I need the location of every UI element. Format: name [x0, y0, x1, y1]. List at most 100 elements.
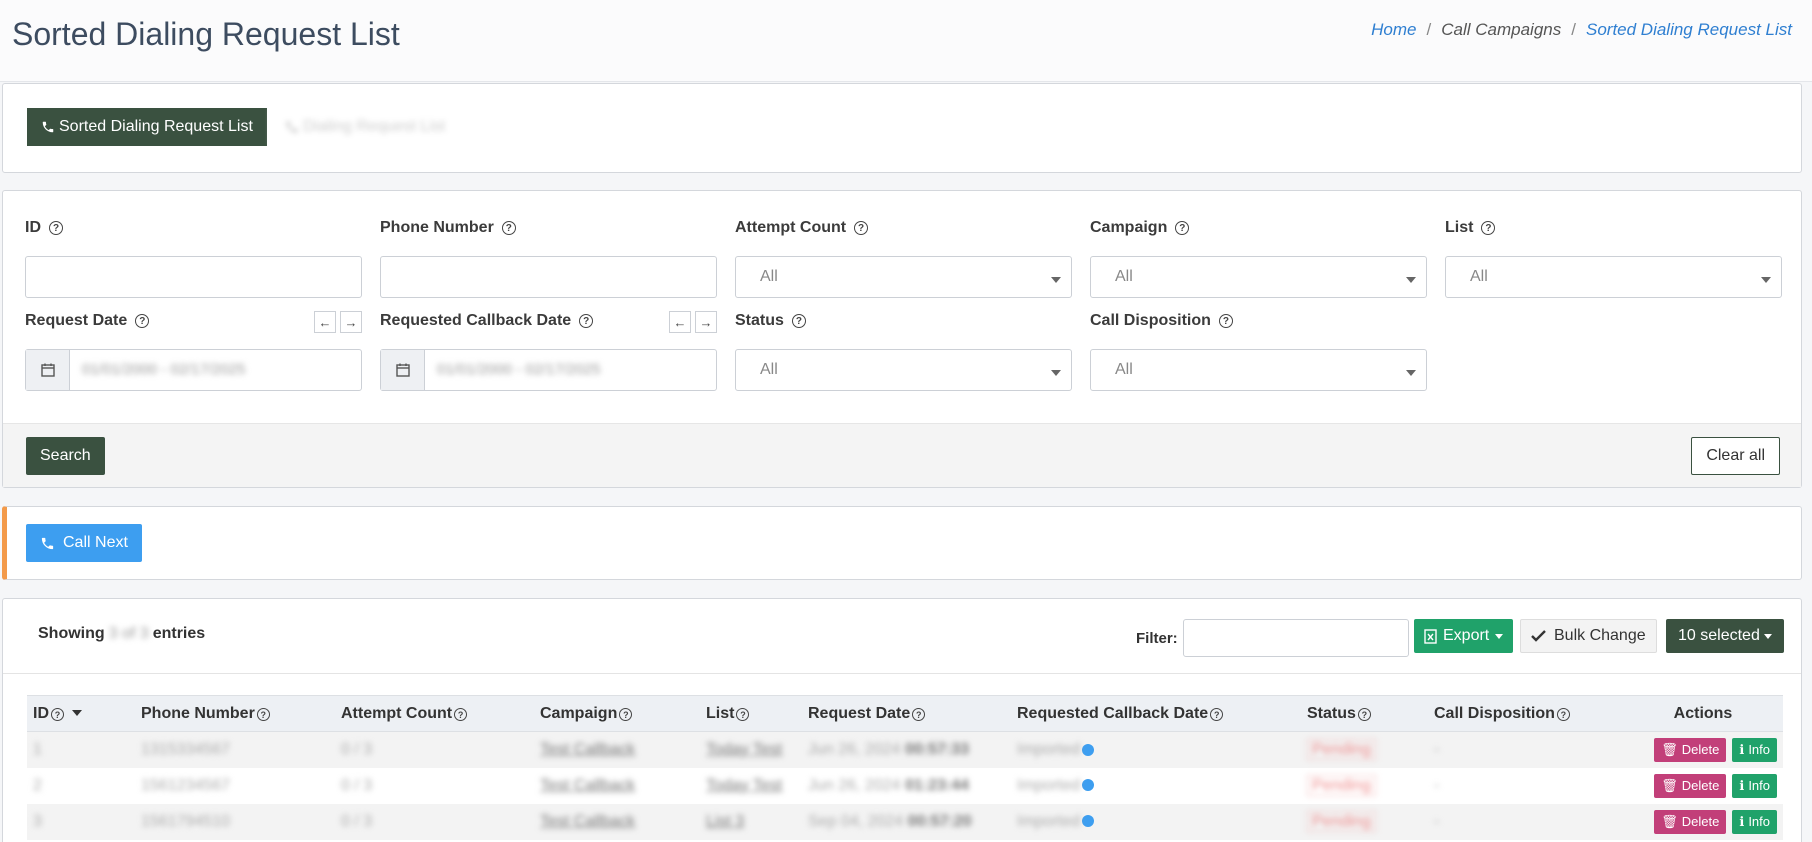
help-icon[interactable]: ?	[256, 708, 270, 721]
export-label: Export	[1443, 627, 1490, 644]
info-button[interactable]: ℹ Info	[1732, 737, 1777, 762]
arrow-left-icon[interactable]: ←	[314, 311, 336, 333]
column-header-disposition[interactable]: Call Disposition?	[1428, 696, 1623, 732]
column-header-callback-date[interactable]: Requested Callback Date?	[1011, 696, 1301, 732]
cell-list[interactable]: Today Test	[700, 768, 802, 804]
request-date-label: Request Date?	[25, 311, 362, 331]
help-icon[interactable]: ?	[454, 708, 468, 721]
selected-label: 10 selected	[1678, 627, 1760, 644]
help-icon[interactable]: ?	[736, 708, 750, 721]
help-icon[interactable]: ?	[1210, 708, 1224, 721]
campaign-link[interactable]: Test Callback	[540, 741, 635, 758]
cell-campaign[interactable]: Test Callback	[534, 732, 700, 768]
request-date-input[interactable]: 01/01/2000 - 02/17/2025	[25, 349, 362, 391]
trash-icon: 🗑	[1661, 741, 1678, 757]
table-row: 3 1561794510 0 / 3 Test Callback List 3 …	[27, 803, 1783, 840]
help-icon[interactable]: ?	[501, 221, 516, 235]
export-button[interactable]: Export	[1414, 619, 1514, 653]
breadcrumb-call-campaigns[interactable]: Call Campaigns	[1441, 20, 1561, 40]
help-icon[interactable]: ?	[579, 314, 594, 328]
divider	[3, 673, 1801, 674]
phone-input[interactable]	[380, 256, 717, 298]
info-icon: ℹ	[1739, 777, 1745, 793]
delete-button[interactable]: 🗑 Delete	[1654, 773, 1727, 798]
cell-list[interactable]: List 3	[700, 804, 802, 840]
column-header-id[interactable]: ID?	[27, 696, 135, 732]
cell-phone: 1561234567	[141, 776, 230, 794]
info-button[interactable]: ℹ Info	[1732, 773, 1777, 798]
cell-id: 3	[33, 812, 42, 830]
arrow-right-icon[interactable]: →	[695, 311, 717, 333]
help-icon[interactable]: ?	[1481, 221, 1496, 235]
delete-button[interactable]: 🗑 Delete	[1654, 809, 1727, 834]
table-filter-input[interactable]	[1183, 619, 1409, 657]
help-icon[interactable]: ?	[912, 708, 926, 721]
cell-disposition: -	[1434, 776, 1440, 794]
cell-attempts: 0 / 3	[341, 812, 373, 830]
phone-icon	[286, 121, 298, 133]
tab-sorted-dialing-request-list[interactable]: Sorted Dialing Request List	[27, 108, 267, 146]
attempt-select[interactable]: All	[735, 256, 1072, 298]
id-input[interactable]	[25, 256, 362, 298]
help-icon[interactable]: ?	[1175, 221, 1190, 235]
showing-prefix: Showing	[38, 625, 105, 642]
cell-campaign[interactable]: Test Callback	[534, 804, 700, 840]
breadcrumb-current[interactable]: Sorted Dialing Request List	[1586, 20, 1792, 40]
selected-dropdown-button[interactable]: 10 selected	[1666, 619, 1784, 653]
column-header-attempt[interactable]: Attempt Count?	[335, 696, 534, 732]
info-button[interactable]: ℹ Info	[1732, 809, 1777, 834]
list-select[interactable]: All	[1445, 256, 1782, 298]
trash-icon: 🗑	[1661, 777, 1678, 793]
help-icon[interactable]: ?	[619, 708, 633, 721]
delete-button[interactable]: 🗑 Delete	[1654, 737, 1727, 762]
campaign-filter: Campaign? All	[1090, 218, 1427, 298]
breadcrumb: Home / Call Campaigns / Sorted Dialing R…	[1371, 20, 1792, 40]
cell-list[interactable]: Today Test	[700, 732, 802, 768]
column-header-campaign[interactable]: Campaign?	[534, 696, 700, 732]
tab-dialing-request-list[interactable]: Dialing Request List	[271, 108, 460, 146]
chevron-down-icon	[1406, 277, 1416, 283]
status-select[interactable]: All	[735, 349, 1072, 391]
showing-entries: Showing 3 of 3 entries	[38, 625, 205, 643]
phone-icon	[42, 121, 54, 133]
table-card: Showing 3 of 3 entries Filter: Export Bu…	[2, 598, 1802, 842]
help-icon[interactable]: ?	[1218, 314, 1233, 328]
help-icon[interactable]: ?	[135, 314, 150, 328]
campaign-link[interactable]: Test Callback	[540, 777, 635, 794]
tabs-card: Sorted Dialing Request List Dialing Requ…	[2, 83, 1802, 173]
breadcrumb-home[interactable]: Home	[1371, 20, 1416, 40]
help-icon[interactable]: ?	[1357, 708, 1371, 721]
cell-attempts: 0 / 3	[341, 740, 373, 758]
arrow-left-icon[interactable]: ←	[669, 311, 691, 333]
status-badge: Pending	[1307, 738, 1376, 760]
campaign-link[interactable]: Test Callback	[540, 813, 635, 830]
request-date-value: 01/01/2000 - 02/17/2025	[82, 361, 246, 378]
list-link[interactable]: Today Test	[706, 777, 782, 794]
sort-desc-icon[interactable]	[72, 710, 82, 717]
help-icon[interactable]: ?	[49, 221, 63, 235]
column-header-phone[interactable]: Phone Number?	[135, 696, 335, 732]
help-icon[interactable]: ?	[1556, 708, 1570, 721]
column-header-request-date[interactable]: Request Date?	[802, 696, 1011, 732]
search-button[interactable]: Search	[26, 437, 105, 475]
calendar-icon	[381, 350, 425, 390]
status-filter: Status? All	[735, 311, 1072, 391]
list-link[interactable]: Today Test	[706, 741, 782, 758]
list-link[interactable]: List 3	[706, 813, 744, 830]
arrow-right-icon[interactable]: →	[340, 311, 362, 333]
column-header-status[interactable]: Status?	[1301, 696, 1428, 732]
bulk-change-button[interactable]: Bulk Change	[1520, 619, 1657, 653]
help-icon[interactable]: ?	[791, 314, 806, 328]
cell-campaign[interactable]: Test Callback	[534, 768, 700, 804]
help-icon[interactable]: ?	[51, 708, 64, 721]
column-header-list[interactable]: List?	[700, 696, 802, 732]
call-next-button[interactable]: Call Next	[26, 524, 142, 562]
help-icon[interactable]: ?	[854, 221, 869, 235]
callback-date-input[interactable]: 01/01/2000 - 02/17/2025	[380, 349, 717, 391]
info-dot-icon	[1082, 743, 1095, 756]
disposition-select[interactable]: All	[1090, 349, 1427, 391]
campaign-select[interactable]: All	[1090, 256, 1427, 298]
clear-all-button[interactable]: Clear all	[1691, 437, 1780, 475]
cell-id: 1	[33, 740, 42, 758]
info-icon: ℹ	[1739, 813, 1745, 829]
